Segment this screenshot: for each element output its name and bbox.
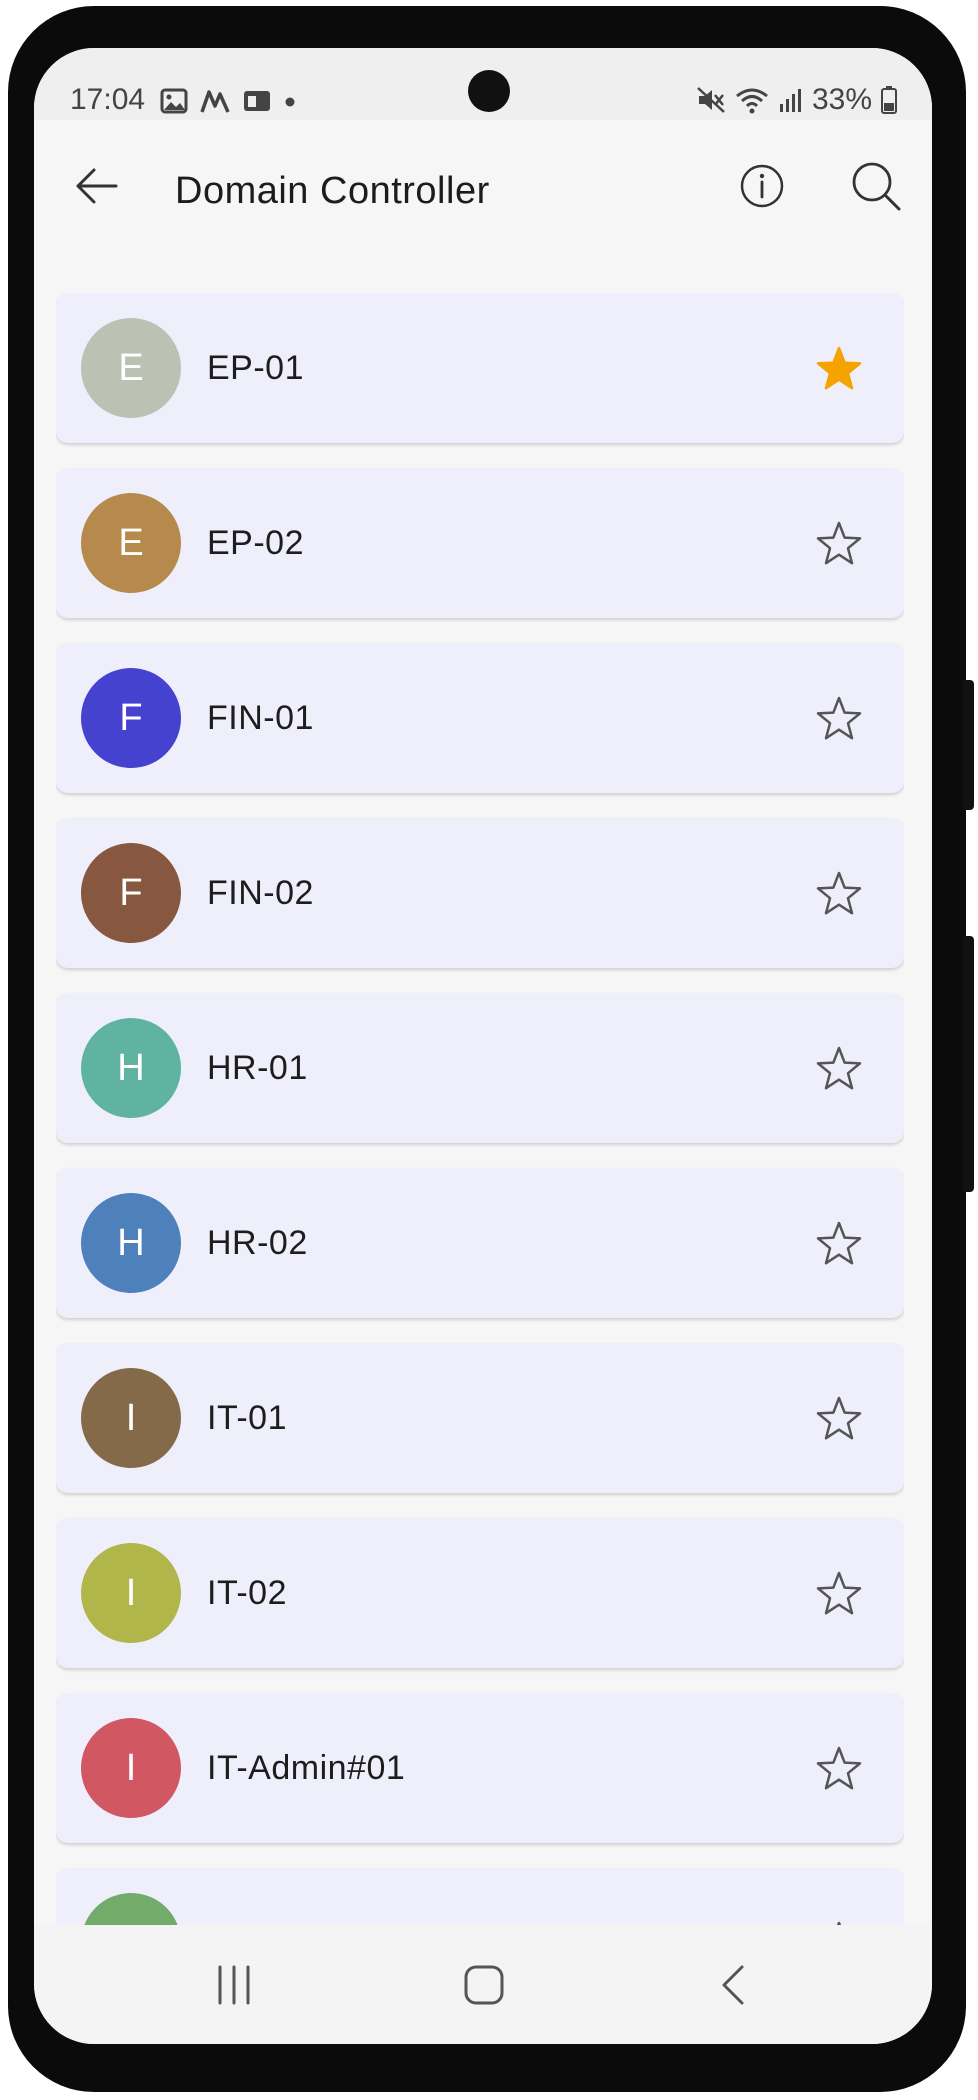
search-button[interactable] — [850, 160, 902, 212]
list-item[interactable]: I IT-02 — [56, 1518, 904, 1668]
item-label: HR-01 — [207, 1049, 308, 1087]
star-outline-icon — [816, 1221, 862, 1265]
list-item[interactable]: I IT-Admin#01 — [56, 1693, 904, 1843]
star-outline-icon — [816, 1046, 862, 1090]
favorite-toggle[interactable] — [815, 1745, 863, 1793]
avatar: F — [81, 843, 181, 943]
favorite-toggle[interactable] — [815, 1045, 863, 1093]
favorite-toggle[interactable] — [815, 520, 863, 568]
system-nav-bar — [34, 1925, 932, 2044]
avatar-initial: F — [119, 696, 143, 739]
star-outline-icon — [816, 521, 862, 565]
search-icon — [852, 162, 901, 211]
status-time: 17:04 — [70, 83, 146, 116]
signal-icon — [779, 89, 801, 112]
app-bar: Domain Controller — [34, 120, 932, 252]
star-outline-icon — [816, 1571, 862, 1615]
avatar: H — [81, 1018, 181, 1118]
star-outline-icon — [816, 696, 862, 740]
favorite-toggle[interactable] — [815, 1570, 863, 1618]
wifi-icon — [736, 88, 768, 114]
favorite-toggle[interactable] — [815, 1220, 863, 1268]
item-label: EP-01 — [207, 349, 304, 387]
status-right: 33% — [696, 82, 898, 118]
battery-percentage: 33% — [811, 83, 872, 116]
battery-icon — [881, 86, 897, 114]
avatar-initial: I — [125, 1746, 137, 1789]
more-notifications-dot-icon — [285, 97, 295, 107]
favorite-toggle[interactable] — [815, 345, 863, 393]
recents-button[interactable] — [212, 1963, 256, 2007]
info-button[interactable] — [738, 162, 786, 210]
item-label: EP-02 — [207, 524, 304, 562]
favorite-toggle[interactable] — [815, 695, 863, 743]
list-item[interactable]: H HR-02 — [56, 1168, 904, 1318]
home-icon — [464, 1965, 504, 2005]
star-icon — [816, 346, 862, 390]
avatar-initial: H — [117, 1046, 145, 1089]
list-item[interactable]: E EP-01 — [56, 293, 904, 443]
domain-list: E EP-01 E EP-02 F FIN-01 F FIN-02 H HR-0… — [56, 293, 904, 1925]
app-notification-icon — [200, 90, 230, 113]
avatar — [81, 1893, 181, 1925]
avatar-initial: F — [119, 871, 143, 914]
list-item[interactable]: F FIN-01 — [56, 643, 904, 793]
power-button — [962, 936, 974, 1192]
avatar-initial: I — [125, 1571, 137, 1614]
list-item[interactable]: H HR-01 — [56, 993, 904, 1143]
avatar-initial: E — [118, 346, 144, 389]
star-outline-icon — [816, 1396, 862, 1440]
avatar-initial: E — [118, 521, 144, 564]
gallery-icon — [160, 88, 188, 114]
item-label: IT-01 — [207, 1399, 287, 1437]
list-item-partial[interactable] — [56, 1868, 904, 1925]
list-item[interactable]: I IT-01 — [56, 1343, 904, 1493]
avatar-initial: I — [125, 1396, 137, 1439]
system-back-button[interactable] — [716, 1963, 750, 2007]
avatar: F — [81, 668, 181, 768]
list-item[interactable]: E EP-02 — [56, 468, 904, 618]
list-item[interactable]: F FIN-02 — [56, 818, 904, 968]
avatar: E — [81, 318, 181, 418]
front-camera — [468, 70, 510, 112]
favorite-toggle[interactable] — [815, 1395, 863, 1443]
avatar: I — [81, 1368, 181, 1468]
page-title: Domain Controller — [175, 170, 490, 212]
arrow-left-icon — [76, 168, 118, 204]
avatar: I — [81, 1718, 181, 1818]
item-label: FIN-02 — [207, 874, 314, 912]
star-outline-icon — [816, 871, 862, 915]
avatar: E — [81, 493, 181, 593]
avatar-initial: H — [117, 1221, 145, 1264]
back-button[interactable] — [74, 164, 134, 208]
mute-icon — [697, 87, 725, 113]
star-outline-icon — [816, 1746, 862, 1790]
item-label: IT-02 — [207, 1574, 287, 1612]
notification-icons — [160, 86, 296, 116]
chevron-left-icon — [722, 1965, 744, 2005]
favorite-toggle[interactable] — [815, 870, 863, 918]
screen: 17:04 33% Domain Controller E EP-01 E EP… — [34, 48, 932, 2044]
avatar: H — [81, 1193, 181, 1293]
home-button[interactable] — [462, 1963, 506, 2007]
status-bar: 17:04 33% — [34, 48, 932, 120]
wallet-icon — [244, 91, 270, 111]
volume-button — [962, 680, 974, 810]
avatar: I — [81, 1543, 181, 1643]
item-label: HR-02 — [207, 1224, 308, 1262]
recents-icon — [218, 1965, 250, 2005]
info-icon — [740, 164, 784, 208]
item-label: FIN-01 — [207, 699, 314, 737]
item-label: IT-Admin#01 — [207, 1749, 406, 1787]
